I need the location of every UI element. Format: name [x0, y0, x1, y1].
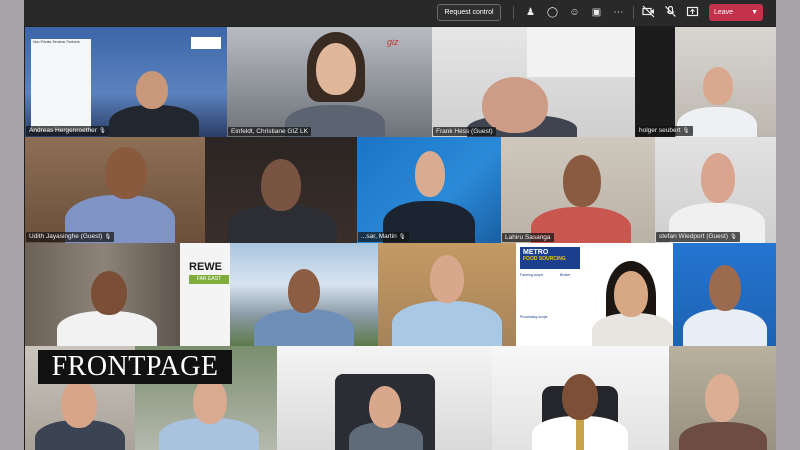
rewe-title: REWE: [189, 261, 222, 273]
shelf: [635, 27, 675, 137]
metro-header: METRO FOOD SOURCING: [520, 247, 580, 269]
person-head: [701, 153, 735, 203]
video-tile-participant[interactable]: [25, 243, 180, 346]
camera-off-icon[interactable]: [641, 5, 656, 20]
metro-slide-tile: METRO FOOD SOURCING Farming scope Broker…: [516, 243, 673, 346]
tie: [576, 418, 584, 450]
person-head: [136, 71, 168, 109]
person-body: [109, 105, 199, 137]
participant-name-label: holger seubert 🎙: [636, 126, 693, 136]
rewe-logo-tile: REWE FAR EAST: [180, 243, 230, 346]
video-tile-participant[interactable]: [492, 346, 669, 450]
person-body: [392, 301, 502, 346]
toolbar-divider: [633, 6, 634, 19]
person-head: [614, 271, 648, 317]
metro-col-broker: Broker: [560, 273, 571, 277]
person-body: [254, 309, 354, 346]
wall-board: [527, 27, 635, 77]
person-body: [57, 311, 157, 346]
participant-name-label: Einfeldt, Christiane GIZ LK: [228, 127, 311, 136]
metro-col-farming: Farming scope: [520, 273, 544, 277]
video-tile-participant[interactable]: [669, 346, 776, 450]
chat-icon[interactable]: ◯: [545, 5, 560, 20]
request-control-button[interactable]: Request control: [437, 4, 501, 21]
video-tile-andreas[interactable]: Non-Private Seminar Partners Andreas Her…: [25, 27, 227, 137]
logo-badge: [191, 37, 221, 49]
metro-subtitle: FOOD SOURCING: [523, 256, 566, 262]
giz-logo: giz: [387, 37, 399, 47]
person-head: [709, 265, 741, 311]
person-head: [563, 155, 601, 207]
participant-name-label: ...sar, Martin 🎙: [358, 232, 409, 242]
video-tile-christiane[interactable]: giz Einfeldt, Christiane GIZ LK: [227, 27, 432, 137]
person-head: [703, 67, 733, 105]
mic-icon: 🎙: [98, 128, 106, 134]
video-tile-stefan[interactable]: stefan Wiedport (Guest) 🎙: [655, 137, 776, 243]
participant-name-label: Lahiru Sasanga: [502, 233, 554, 242]
reactions-icon[interactable]: ☺: [567, 5, 582, 20]
person-head: [430, 255, 464, 303]
rooms-icon[interactable]: ▣: [589, 5, 604, 20]
video-tile-holger[interactable]: holger seubert 🎙: [635, 27, 776, 137]
video-tile-participant[interactable]: [673, 243, 776, 346]
rewe-subtitle: FAR EAST: [189, 275, 229, 284]
person-body: [592, 313, 673, 346]
chevron-down-icon[interactable]: ▼: [751, 4, 758, 21]
person-head: [316, 43, 356, 95]
person-body: [683, 309, 767, 346]
metro-col-processing: Processing scope: [520, 315, 548, 319]
person-head: [61, 380, 97, 428]
leave-label: Leave: [714, 9, 734, 16]
leave-button[interactable]: Leave ▼: [709, 4, 763, 21]
person-head: [705, 374, 739, 422]
sponsor-board: Non-Private Seminar Partners: [31, 39, 91, 131]
participant-name-label: Udith Jayasinghe (Guest) 🎙: [26, 232, 115, 242]
video-tile-martin[interactable]: ...sar, Martin 🎙: [357, 137, 501, 243]
mic-icon: 🎙: [104, 234, 112, 240]
participant-name-label: stefan Wiedport (Guest) 🎙: [656, 232, 740, 242]
person-head: [562, 374, 598, 420]
person-head: [261, 159, 301, 211]
participant-name-label: Frank Hess (Guest): [433, 127, 496, 136]
video-tile-participant[interactable]: [230, 243, 378, 346]
more-icon[interactable]: ⋯: [611, 5, 626, 20]
video-tile-participant[interactable]: [277, 346, 492, 450]
mic-icon: 🎙: [730, 234, 737, 240]
person-head: [105, 147, 147, 199]
metro-title: METRO: [523, 249, 549, 256]
participant-name-label: Andreas Hergenroether 🎙: [26, 126, 109, 136]
toolbar-divider: [513, 6, 514, 19]
mic-icon: 🎙: [398, 234, 406, 240]
person-head: [288, 269, 320, 313]
video-tile-participant[interactable]: [205, 137, 357, 243]
person-head: [369, 386, 401, 428]
mic-off-icon[interactable]: [663, 5, 678, 20]
video-tile-frank[interactable]: Frank Hess (Guest): [432, 27, 635, 137]
frontpage-watermark: FRONTPAGE: [38, 350, 232, 384]
mic-icon: 🎙: [682, 128, 690, 134]
person-head: [415, 151, 445, 197]
video-tile-lahiru[interactable]: Lahiru Sasanga: [501, 137, 655, 243]
person-head: [193, 378, 227, 424]
video-tile-udith[interactable]: Udith Jayasinghe (Guest) 🎙: [25, 137, 205, 243]
sponsor-board-title: Non-Private Seminar Partners: [33, 40, 80, 44]
person-body: [679, 422, 767, 450]
person-head: [91, 271, 127, 315]
video-tile-participant[interactable]: [378, 243, 516, 346]
person-head: [482, 77, 548, 133]
share-icon[interactable]: [685, 5, 700, 20]
people-icon[interactable]: ♟: [523, 5, 538, 20]
